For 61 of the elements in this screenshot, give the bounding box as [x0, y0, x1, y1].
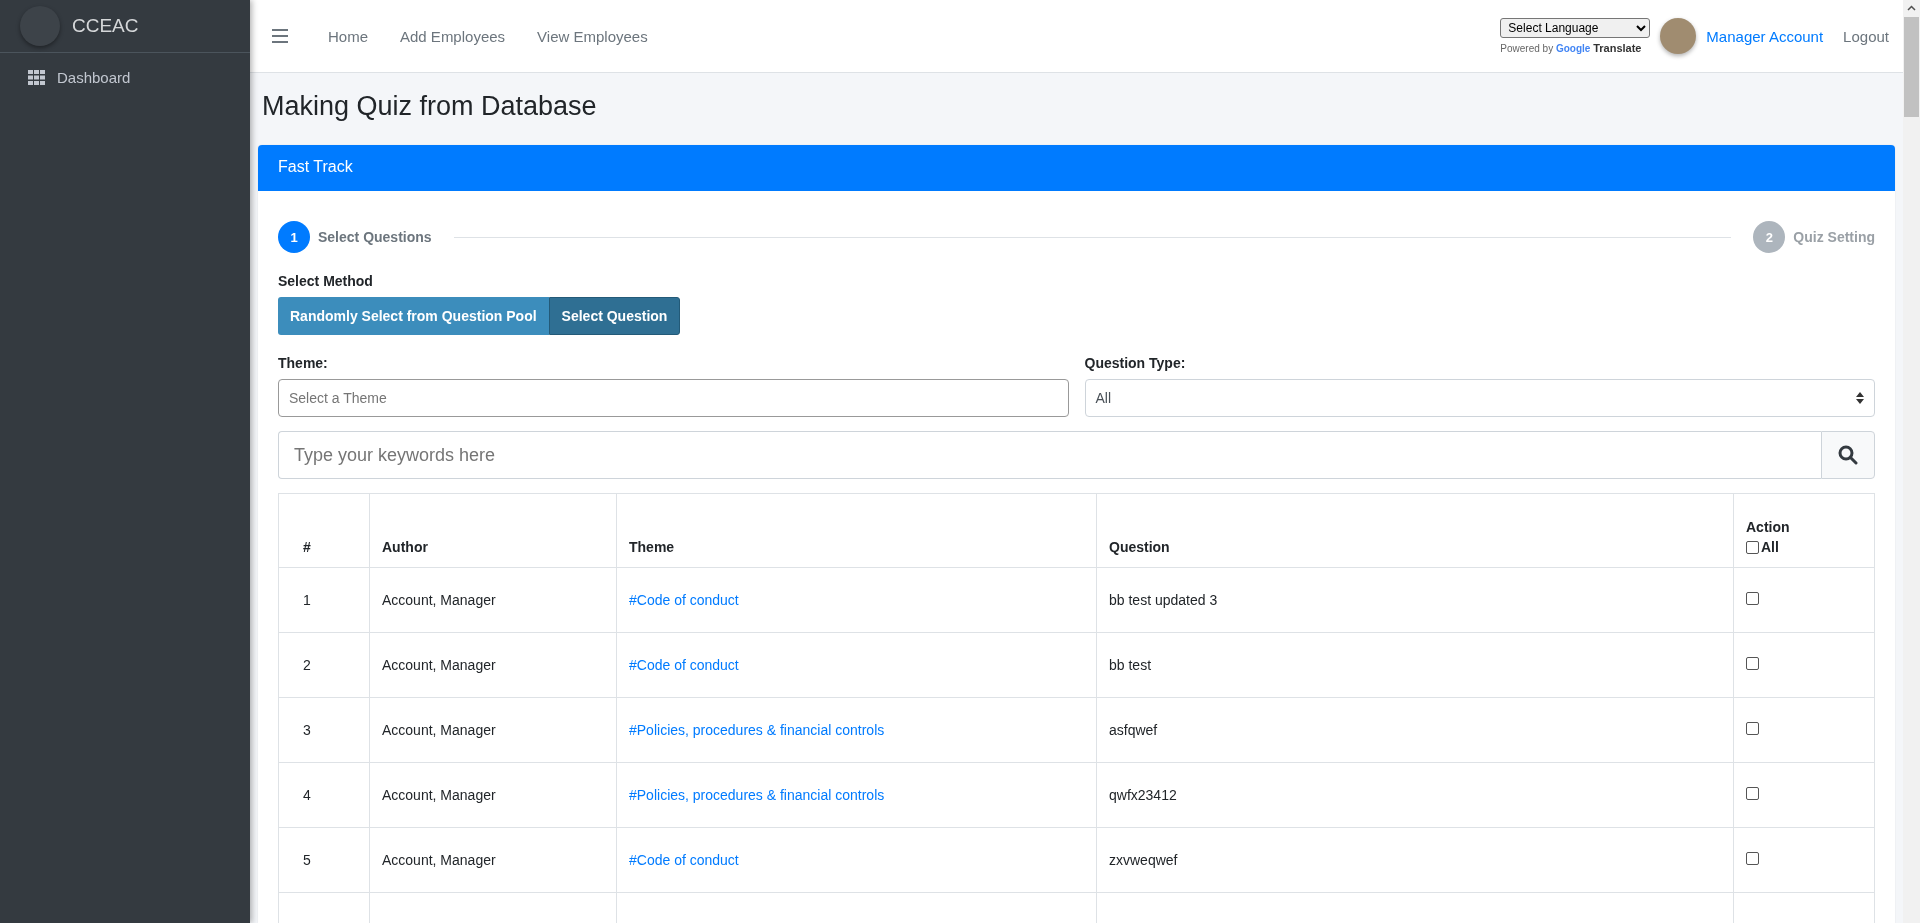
- theme-link[interactable]: #Code of conduct: [629, 852, 739, 868]
- grid-icon: [28, 70, 45, 85]
- question-cell: asfqwef: [1109, 722, 1158, 738]
- question-cell: bb test: [1109, 657, 1152, 673]
- row-checkbox[interactable]: [1746, 592, 1759, 605]
- row-number: 5: [303, 852, 311, 868]
- method-button[interactable]: Randomly Select from Question Pool: [278, 297, 549, 335]
- row-number: 1: [303, 592, 311, 608]
- sidebar-item[interactable]: Dashboard: [8, 61, 242, 94]
- row-checkbox[interactable]: [1746, 722, 1759, 735]
- column-header: Question: [1109, 539, 1170, 555]
- updown-icon: [1856, 392, 1864, 404]
- scrollbar[interactable]: [1903, 0, 1920, 923]
- avatar[interactable]: [1660, 18, 1697, 54]
- author-cell: Account, Manager: [382, 592, 496, 608]
- language-select[interactable]: Select Language: [1500, 18, 1651, 38]
- field-label: Question Type:: [1084, 355, 1187, 371]
- row-number: 2: [303, 657, 311, 673]
- author-cell: Account, Manager: [382, 722, 496, 738]
- column-header: Action: [1746, 519, 1791, 535]
- page-title: Making Quiz from Database: [262, 91, 598, 123]
- nav-link[interactable]: Add Employees: [384, 27, 522, 45]
- question-cell: zxvweqwef: [1109, 852, 1178, 868]
- logo-icon: [20, 6, 60, 46]
- nav-link[interactable]: Home: [312, 27, 384, 45]
- author-cell: Account, Manager: [382, 787, 496, 803]
- menu-icon[interactable]: [272, 29, 288, 43]
- scroll-thumb[interactable]: [1904, 17, 1919, 117]
- theme-link[interactable]: #Code of conduct: [629, 657, 739, 673]
- theme-link[interactable]: #Code of conduct: [629, 592, 739, 608]
- search-button[interactable]: [1821, 431, 1875, 479]
- theme-link[interactable]: #Policies, procedures & financial controls: [629, 787, 885, 803]
- field-label: Theme:: [278, 355, 329, 371]
- method-button[interactable]: Select Question: [548, 297, 681, 335]
- question-cell: bb test updated 3: [1109, 592, 1218, 608]
- theme-field[interactable]: Select a Theme: [278, 379, 1069, 417]
- row-number: 3: [303, 722, 311, 738]
- author-cell: Account, Manager: [382, 852, 496, 868]
- step[interactable]: 1 Select Questions: [278, 221, 432, 253]
- account-link[interactable]: Manager Account: [1706, 27, 1824, 45]
- row-checkbox[interactable]: [1746, 852, 1759, 865]
- question-cell: qwfx23412: [1109, 787, 1177, 803]
- nav-link[interactable]: View Employees: [521, 27, 664, 45]
- brand-name[interactable]: CCEAC: [72, 15, 139, 37]
- author-cell: Account, Manager: [382, 657, 496, 673]
- step[interactable]: 2 Quiz Setting: [1753, 221, 1875, 253]
- field-label: Select Method: [278, 273, 374, 289]
- row-checkbox[interactable]: [1746, 657, 1759, 670]
- logout-link[interactable]: Logout: [1843, 27, 1889, 45]
- row-number: 4: [303, 787, 311, 803]
- powered-by-text: Powered by Google Translate: [1500, 42, 1643, 54]
- column-header: Theme: [629, 539, 675, 555]
- row-checkbox[interactable]: [1746, 787, 1759, 800]
- theme-link[interactable]: #Policies, procedures & financial controls: [629, 722, 885, 738]
- select-all-checkbox[interactable]: All: [1746, 539, 1862, 555]
- search-field[interactable]: Type your keywords here: [278, 431, 1821, 479]
- card-header: Fast Track: [258, 145, 1895, 191]
- column-header: Author: [382, 539, 428, 555]
- column-header: #: [303, 539, 311, 555]
- search-icon: [1838, 445, 1858, 465]
- question-type-select[interactable]: All: [1084, 379, 1875, 417]
